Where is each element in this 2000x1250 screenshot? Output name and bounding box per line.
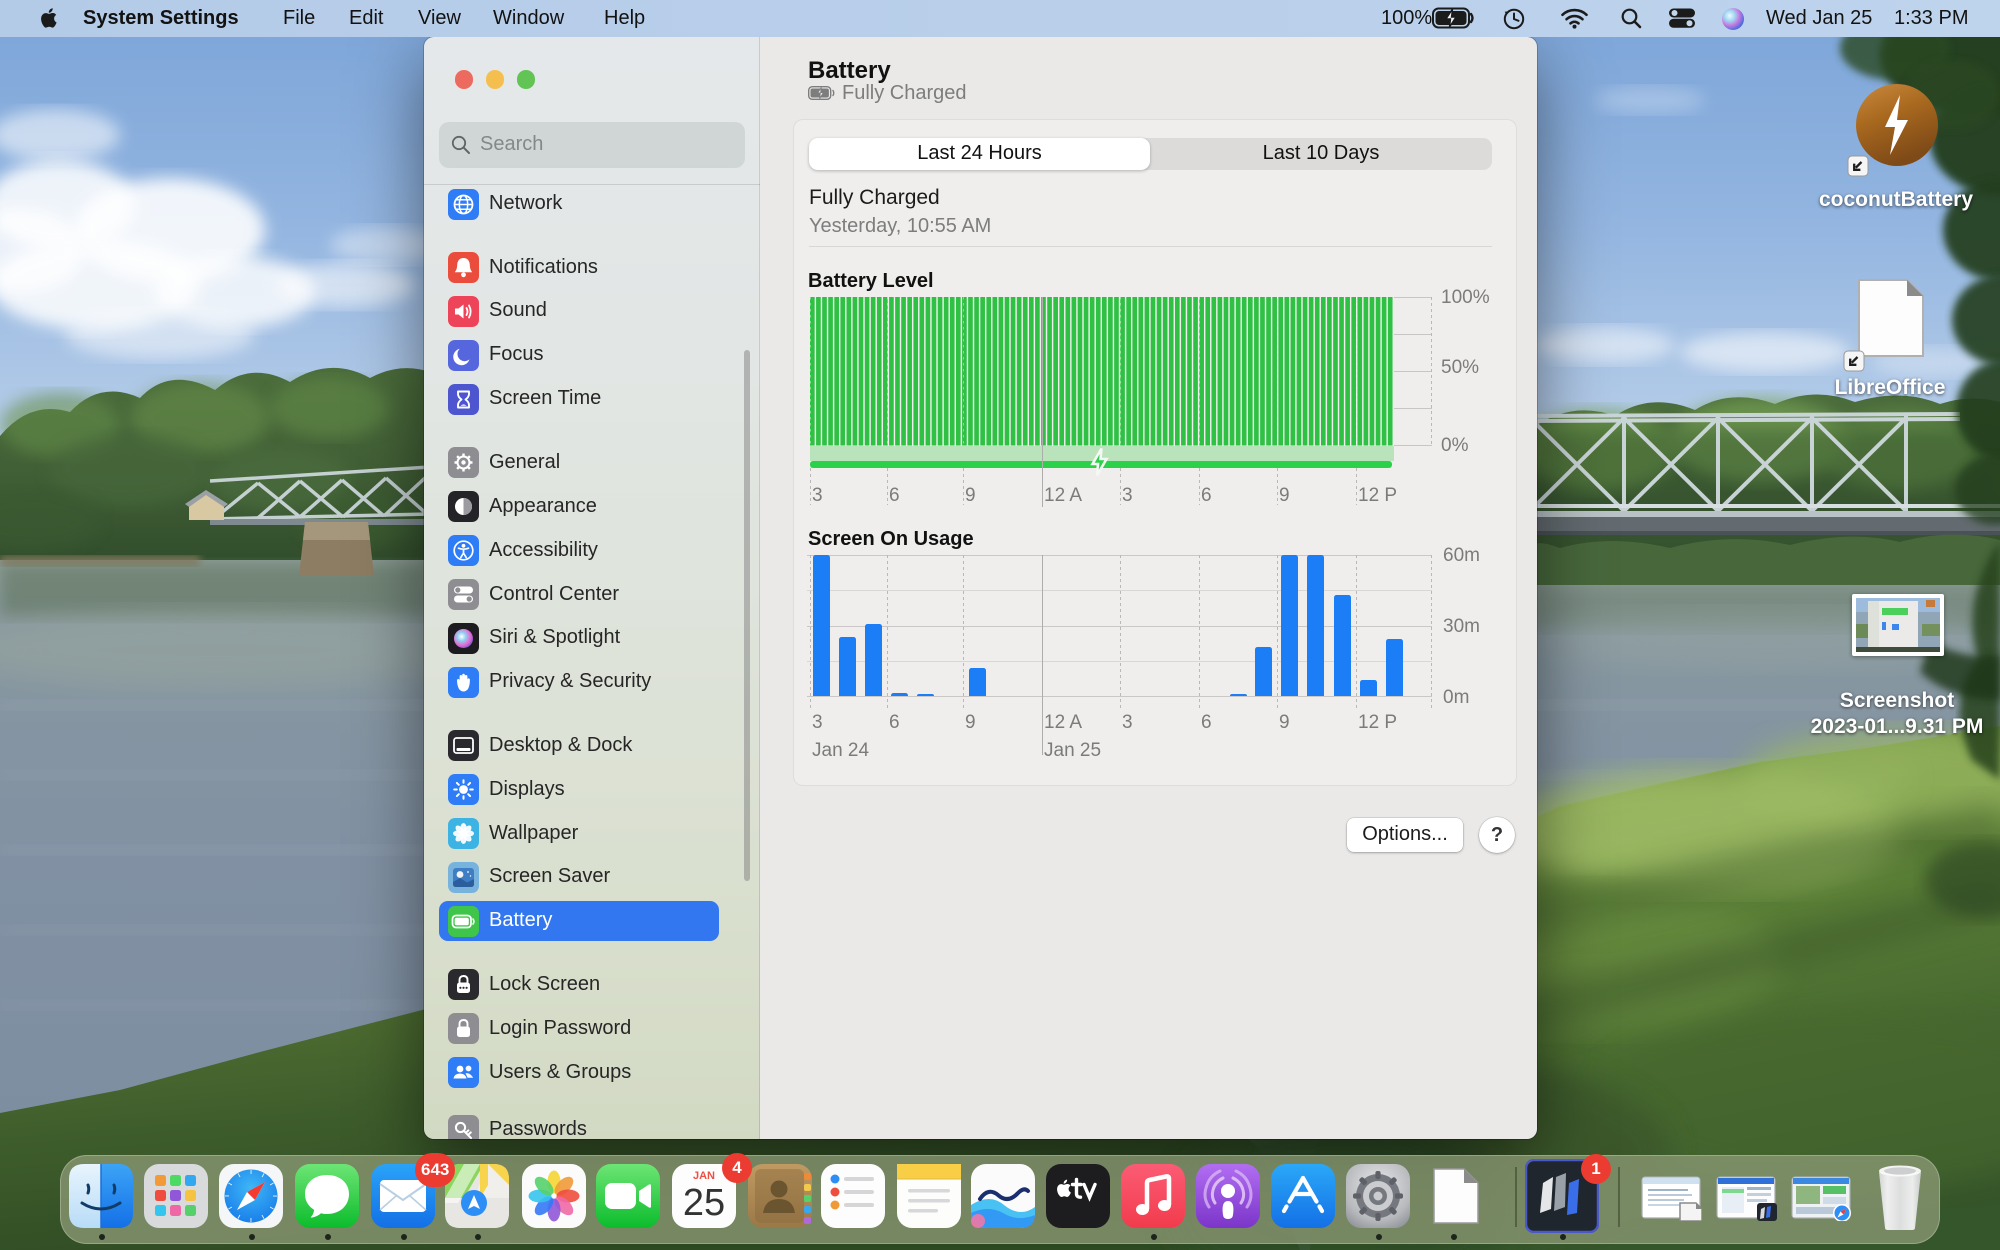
svg-text:25: 25 [683,1182,725,1224]
svg-text:JAN: JAN [693,1170,715,1182]
